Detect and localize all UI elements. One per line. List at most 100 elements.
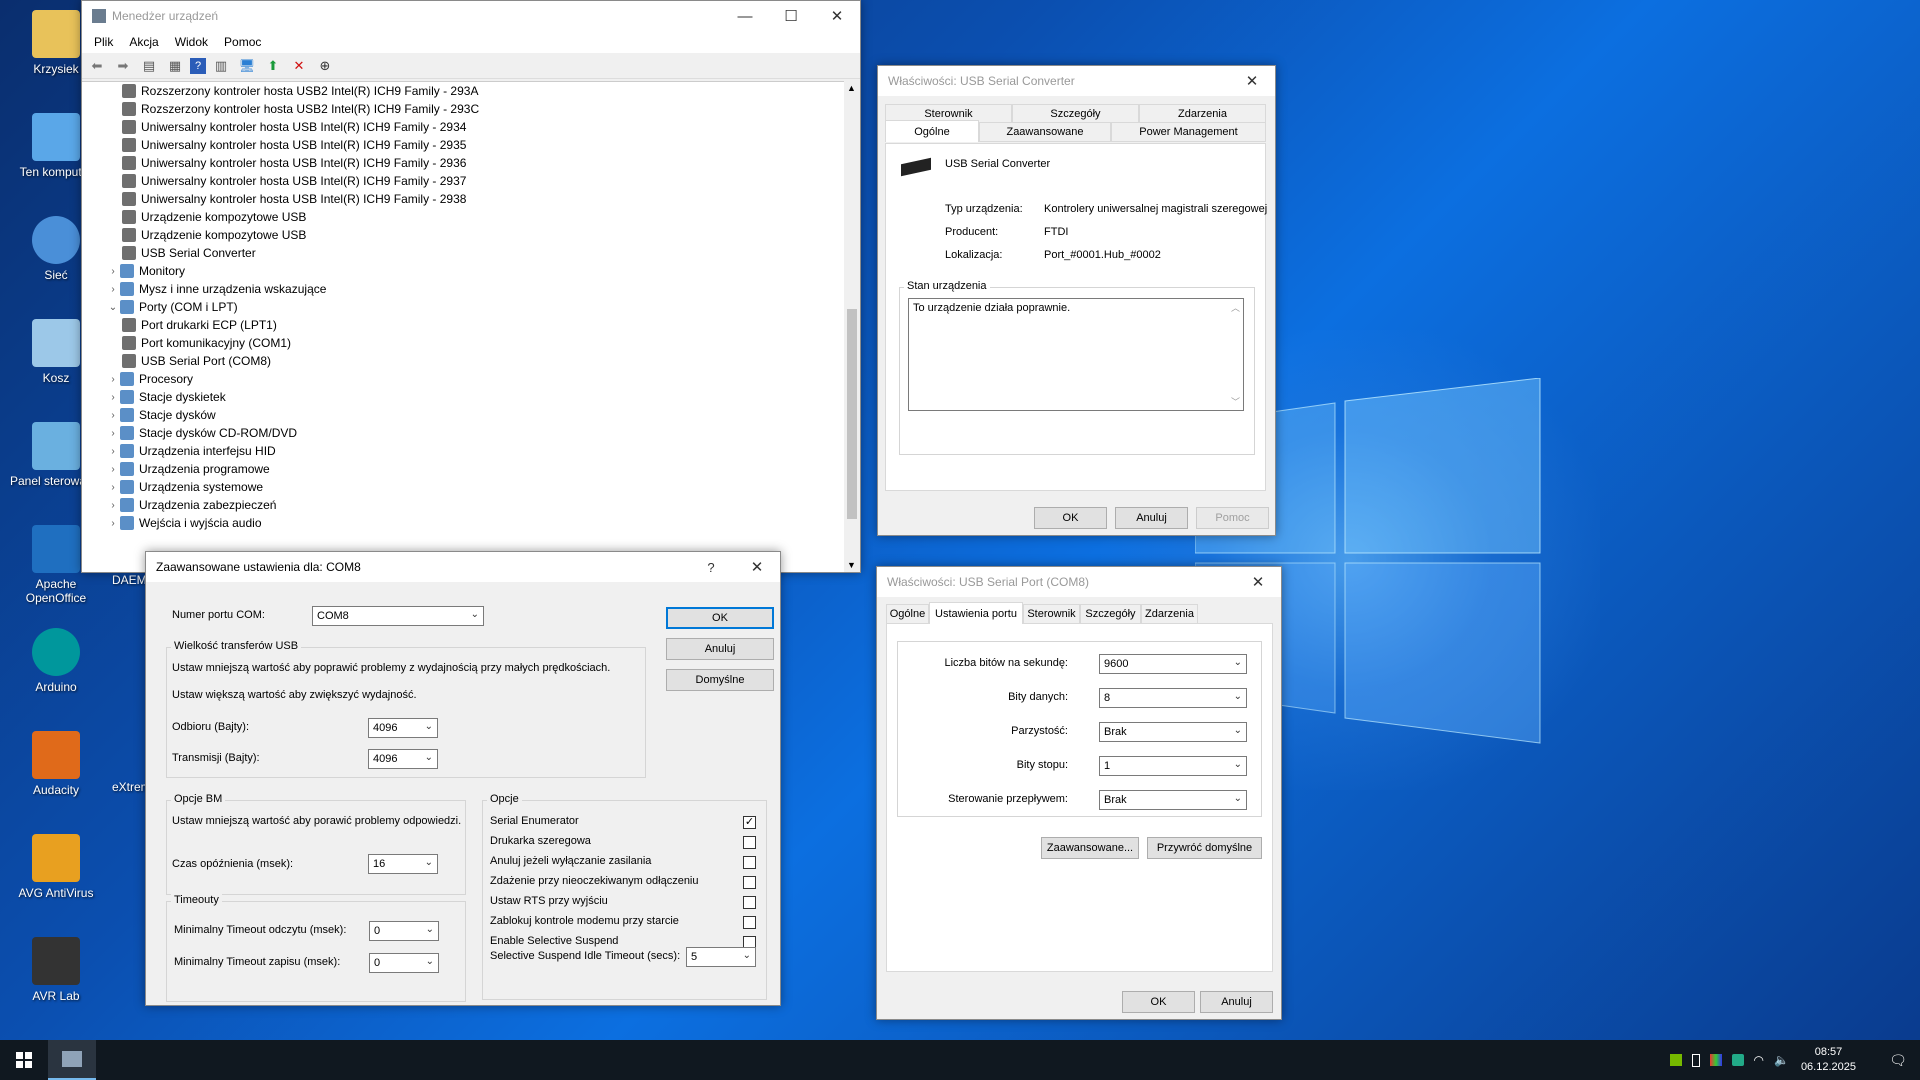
- tab-ustawienia-portu[interactable]: Ustawienia portu: [929, 602, 1023, 624]
- expand-closed-icon[interactable]: ›: [106, 500, 120, 511]
- tab-power-management[interactable]: Power Management: [1111, 122, 1266, 142]
- tree-category[interactable]: › Urządzenia programowe: [82, 460, 844, 478]
- port-ok-button[interactable]: OK: [1122, 991, 1195, 1013]
- tab-sterownik[interactable]: Sterownik: [1023, 604, 1080, 624]
- tab-zdarzenia[interactable]: Zdarzenia: [1141, 604, 1198, 624]
- tab-szczegoly[interactable]: Szczegóły: [1080, 604, 1141, 624]
- tree-device[interactable]: Uniwersalny kontroler hosta USB Intel(R)…: [82, 118, 844, 136]
- view-icon[interactable]: ▥: [210, 55, 232, 77]
- taskbar-device-manager-button[interactable]: [48, 1040, 96, 1080]
- tree-category[interactable]: › Stacje dysków: [82, 406, 844, 424]
- desktop-icon[interactable]: AVR Lab: [4, 937, 108, 1003]
- write-timeout-select[interactable]: 0 ⌄: [369, 953, 439, 973]
- option-checkbox[interactable]: [743, 836, 756, 849]
- maximize-icon[interactable]: ☐: [768, 1, 814, 31]
- latency-select[interactable]: 16 ⌄: [368, 854, 438, 874]
- menu-plik[interactable]: Plik: [86, 35, 121, 49]
- tree-device[interactable]: Rozszerzony kontroler hosta USB2 Intel(R…: [82, 82, 844, 100]
- expand-closed-icon[interactable]: ›: [106, 392, 120, 403]
- update-driver-icon[interactable]: ⬆: [262, 55, 284, 77]
- device-manager-titlebar[interactable]: Menedżer urządzeń — ☐ ✕: [82, 1, 860, 31]
- expand-closed-icon[interactable]: ›: [106, 266, 120, 277]
- tree-category[interactable]: › Urządzenia systemowe: [82, 478, 844, 496]
- tree-device[interactable]: Uniwersalny kontroler hosta USB Intel(R)…: [82, 172, 844, 190]
- tree-category[interactable]: › Stacje dysków CD-ROM/DVD: [82, 424, 844, 442]
- device-status-textbox[interactable]: To urządzenie działa poprawnie. ︿ ﹀: [908, 298, 1244, 411]
- menu-widok[interactable]: Widok: [167, 35, 216, 49]
- properties-icon[interactable]: ▦: [164, 55, 186, 77]
- close-icon[interactable]: ✕: [814, 1, 860, 31]
- usb-device-icon[interactable]: [1691, 1053, 1700, 1067]
- stop-bits-select[interactable]: 1 ⌄: [1099, 756, 1247, 776]
- tree-device[interactable]: Port drukarki ECP (LPT1): [82, 316, 844, 334]
- tree-category[interactable]: › Monitory: [82, 262, 844, 280]
- desktop-icon[interactable]: Audacity: [4, 731, 108, 797]
- converter-ok-button[interactable]: OK: [1034, 507, 1107, 529]
- advanced-settings-button[interactable]: Zaawansowane...: [1041, 837, 1139, 859]
- back-arrow-icon[interactable]: ⬅: [86, 55, 108, 77]
- expand-closed-icon[interactable]: ›: [106, 464, 120, 475]
- tree-category[interactable]: › Urządzenia zabezpieczeń: [82, 496, 844, 514]
- desktop-icon[interactable]: Arduino: [4, 628, 108, 694]
- show-hide-tree-icon[interactable]: ▤: [138, 55, 160, 77]
- start-button[interactable]: [0, 1040, 48, 1080]
- option-checkbox[interactable]: [743, 896, 756, 909]
- minimize-icon[interactable]: —: [722, 1, 768, 31]
- parity-select[interactable]: Brak ⌄: [1099, 722, 1247, 742]
- tab-zdarzenia[interactable]: Zdarzenia: [1139, 104, 1266, 124]
- com-port-select[interactable]: COM8 ⌄: [312, 606, 484, 626]
- flow-control-select[interactable]: Brak ⌄: [1099, 790, 1247, 810]
- tab-ogolne[interactable]: Ogólne: [886, 604, 929, 624]
- tree-device[interactable]: Urządzenie kompozytowe USB: [82, 208, 844, 226]
- restore-defaults-button[interactable]: Przywróć domyślne: [1147, 837, 1262, 859]
- port-properties-titlebar[interactable]: Właściwości: USB Serial Port (COM8) ✕: [877, 567, 1281, 597]
- converter-properties-titlebar[interactable]: Właściwości: USB Serial Converter ✕: [878, 66, 1275, 96]
- menu-akcja[interactable]: Akcja: [121, 35, 166, 49]
- tree-device[interactable]: Uniwersalny kontroler hosta USB Intel(R)…: [82, 190, 844, 208]
- tree-device[interactable]: USB Serial Port (COM8): [82, 352, 844, 370]
- status-scroll-down-icon[interactable]: ﹀: [1231, 395, 1240, 408]
- option-checkbox[interactable]: ✓: [743, 816, 756, 829]
- tab-szczegoly[interactable]: Szczegóły: [1012, 104, 1139, 124]
- expand-closed-icon[interactable]: ›: [106, 410, 120, 421]
- scan-hardware-icon[interactable]: 🖥: [236, 55, 258, 77]
- status-scroll-up-icon[interactable]: ︿: [1231, 301, 1240, 314]
- tree-device[interactable]: Urządzenie kompozytowe USB: [82, 226, 844, 244]
- baud-rate-select[interactable]: 9600 ⌄: [1099, 654, 1247, 674]
- disable-device-icon[interactable]: ⊕: [314, 55, 336, 77]
- nvidia-icon[interactable]: [1669, 1054, 1682, 1066]
- option-checkbox[interactable]: [743, 856, 756, 869]
- clock[interactable]: 08:57 06.12.2025: [1801, 1045, 1856, 1075]
- tree-category[interactable]: › Procesory: [82, 370, 844, 388]
- menu-pomoc[interactable]: Pomoc: [216, 35, 269, 49]
- port-cancel-button[interactable]: Anuluj: [1200, 991, 1273, 1013]
- expand-closed-icon[interactable]: ›: [106, 284, 120, 295]
- tree-device[interactable]: Uniwersalny kontroler hosta USB Intel(R)…: [82, 154, 844, 172]
- desktop-icon[interactable]: AVG AntiVirus: [4, 834, 108, 900]
- tree-category[interactable]: › Urządzenia interfejsu HID: [82, 442, 844, 460]
- tree-device[interactable]: Uniwersalny kontroler hosta USB Intel(R)…: [82, 136, 844, 154]
- color-app-icon[interactable]: [1709, 1054, 1722, 1066]
- close-icon[interactable]: ✕: [1229, 66, 1275, 96]
- expand-closed-icon[interactable]: ›: [106, 374, 120, 385]
- scroll-down-icon[interactable]: ▼: [847, 560, 856, 570]
- tab-zaawansowane[interactable]: Zaawansowane: [979, 122, 1111, 142]
- suspend-timeout-select[interactable]: 5 ⌄: [686, 947, 756, 967]
- converter-help-button[interactable]: Pomoc: [1196, 507, 1269, 529]
- expand-closed-icon[interactable]: ›: [106, 482, 120, 493]
- advanced-ok-button[interactable]: OK: [666, 607, 774, 629]
- device-tree-scrollbar[interactable]: ▲ ▼: [844, 81, 860, 572]
- expand-closed-icon[interactable]: ›: [106, 428, 120, 439]
- transmit-bytes-select[interactable]: 4096 ⌄: [368, 749, 438, 769]
- tree-category[interactable]: › Stacje dyskietek: [82, 388, 844, 406]
- close-icon[interactable]: ✕: [734, 552, 780, 582]
- help-question-icon[interactable]: ?: [688, 552, 734, 582]
- converter-cancel-button[interactable]: Anuluj: [1115, 507, 1188, 529]
- advanced-defaults-button[interactable]: Domyślne: [666, 669, 774, 691]
- close-icon[interactable]: ✕: [1235, 567, 1281, 597]
- expand-open-icon[interactable]: ⌄: [106, 302, 120, 313]
- option-checkbox[interactable]: [743, 876, 756, 889]
- option-checkbox[interactable]: [743, 916, 756, 929]
- security-shield-icon[interactable]: [1731, 1054, 1744, 1066]
- tree-category[interactable]: › Wejścia i wyjścia audio: [82, 514, 844, 532]
